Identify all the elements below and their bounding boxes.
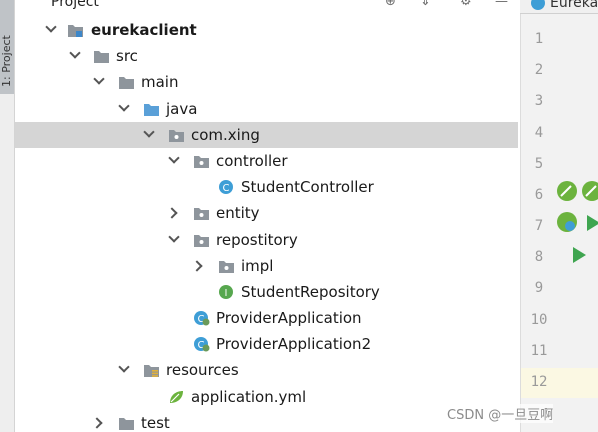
interface-icon: I <box>219 284 233 299</box>
package-icon <box>219 260 234 273</box>
tree-node-test[interactable]: test <box>15 410 518 432</box>
tree-label: StudentRepository <box>241 282 380 301</box>
watermark: CSDN @一旦豆啊 <box>447 404 554 423</box>
line-number: 11 <box>530 343 548 359</box>
tree-node-impl[interactable]: impl <box>15 253 518 279</box>
editor-tab[interactable]: Eureka <box>520 0 598 14</box>
spring-bean-gutter-icon[interactable] <box>581 180 598 202</box>
line-number: 7 <box>534 218 544 234</box>
spring-leaf-icon <box>170 390 183 403</box>
tree-label: StudentController <box>241 178 374 197</box>
tree-node-resources[interactable]: resources <box>15 357 518 383</box>
chevron-down-icon[interactable] <box>118 96 130 122</box>
svg-text:C: C <box>223 183 230 194</box>
tree-node-application-yml[interactable]: application.yml <box>15 384 518 410</box>
line-number: 6 <box>534 187 544 203</box>
line-number: 12 <box>530 374 548 390</box>
line-number: 9 <box>534 280 544 296</box>
project-tool-tab-label: 1: Project <box>0 35 13 87</box>
line-number: 1 <box>534 31 544 47</box>
tree-node-provider-application[interactable]: C ProviderApplication <box>15 305 518 331</box>
tree-label: ProviderApplication2 <box>216 335 372 354</box>
folder-icon <box>94 51 109 64</box>
chevron-down-icon[interactable] <box>69 43 81 69</box>
tree-label: main <box>141 73 179 92</box>
locate-icon[interactable]: ⊕ <box>385 0 396 9</box>
line-number: 3 <box>534 93 544 109</box>
class-icon: C <box>219 180 233 195</box>
chevron-down-icon[interactable] <box>168 227 180 253</box>
package-icon <box>194 234 209 247</box>
chevron-right-icon[interactable] <box>193 253 205 279</box>
tree-label: impl <box>241 256 274 275</box>
folder-icon <box>119 417 134 430</box>
source-folder-icon <box>144 103 159 116</box>
line-number: 10 <box>530 312 548 328</box>
chevron-right-icon[interactable] <box>93 410 105 432</box>
tree-node-eurekaclient[interactable]: eurekaclient <box>15 17 518 43</box>
project-tree: eurekaclient src main java com.xing cont… <box>15 17 518 432</box>
tree-label: resources <box>166 361 239 380</box>
run-icon[interactable] <box>587 215 598 231</box>
package-icon <box>194 208 209 221</box>
tree-node-student-controller[interactable]: C StudentController <box>15 174 518 200</box>
project-panel-header: Project ⊕ ⇕ ⚙ — <box>15 0 518 12</box>
module-folder-icon <box>68 25 83 37</box>
tree-label: repostitory <box>216 230 298 249</box>
line-number: 8 <box>534 249 544 265</box>
line-number: 2 <box>534 62 544 78</box>
line-number: 5 <box>534 156 544 172</box>
package-icon <box>169 129 184 142</box>
tree-node-com-xing[interactable]: com.xing <box>15 121 518 148</box>
spring-boot-class-icon: C <box>194 337 210 352</box>
panel-title[interactable]: Project <box>51 0 99 10</box>
resources-folder-icon <box>144 365 159 378</box>
folder-icon <box>119 77 134 90</box>
tool-window-strip: 1: Project <box>0 0 15 432</box>
chevron-down-icon[interactable] <box>93 69 105 95</box>
chevron-right-icon[interactable] <box>168 200 180 226</box>
gear-icon[interactable]: ⚙ <box>460 0 472 9</box>
collapse-all-icon[interactable]: ⇕ <box>420 0 431 9</box>
tree-label: ProviderApplication <box>216 309 362 328</box>
line-number: 4 <box>534 125 544 141</box>
chevron-down-icon[interactable] <box>168 148 180 174</box>
tree-node-java[interactable]: java <box>15 96 518 122</box>
project-panel: Project ⊕ ⇕ ⚙ — eurekaclient src main ja… <box>15 0 518 432</box>
run-icon[interactable] <box>573 247 586 263</box>
spring-bean-gutter-icon[interactable] <box>556 180 578 202</box>
tree-label: java <box>166 99 198 118</box>
package-icon <box>194 155 209 168</box>
chevron-down-icon[interactable] <box>143 122 155 148</box>
tree-label: src <box>116 47 138 66</box>
tree-label: com.xing <box>191 125 260 144</box>
class-icon <box>531 0 545 10</box>
tree-label: entity <box>216 204 260 223</box>
chevron-down-icon[interactable] <box>45 17 57 43</box>
editor-tab-label: Eureka <box>550 0 598 11</box>
editor-gutter: 1 2 3 4 5 6 7 8 9 10 11 12 <box>520 14 598 432</box>
tree-node-main[interactable]: main <box>15 69 518 95</box>
tree-node-controller[interactable]: controller <box>15 148 518 174</box>
chevron-down-icon[interactable] <box>118 357 130 383</box>
tree-label: test <box>141 413 170 432</box>
spring-boot-class-icon: C <box>194 311 210 326</box>
svg-text:I: I <box>225 288 228 299</box>
spring-boot-gutter-icon[interactable] <box>556 211 578 233</box>
tree-label: eurekaclient <box>91 21 197 39</box>
tree-node-repostitory[interactable]: repostitory <box>15 227 518 253</box>
tree-node-src[interactable]: src <box>15 43 518 69</box>
tree-node-student-repository[interactable]: I StudentRepository <box>15 279 518 305</box>
project-tool-tab[interactable]: 1: Project <box>0 0 14 94</box>
tree-label: application.yml <box>191 387 307 406</box>
tree-node-entity[interactable]: entity <box>15 200 518 226</box>
hide-icon[interactable]: — <box>495 0 508 9</box>
tree-node-provider-application2[interactable]: C ProviderApplication2 <box>15 331 518 357</box>
tree-label: controller <box>216 151 288 170</box>
